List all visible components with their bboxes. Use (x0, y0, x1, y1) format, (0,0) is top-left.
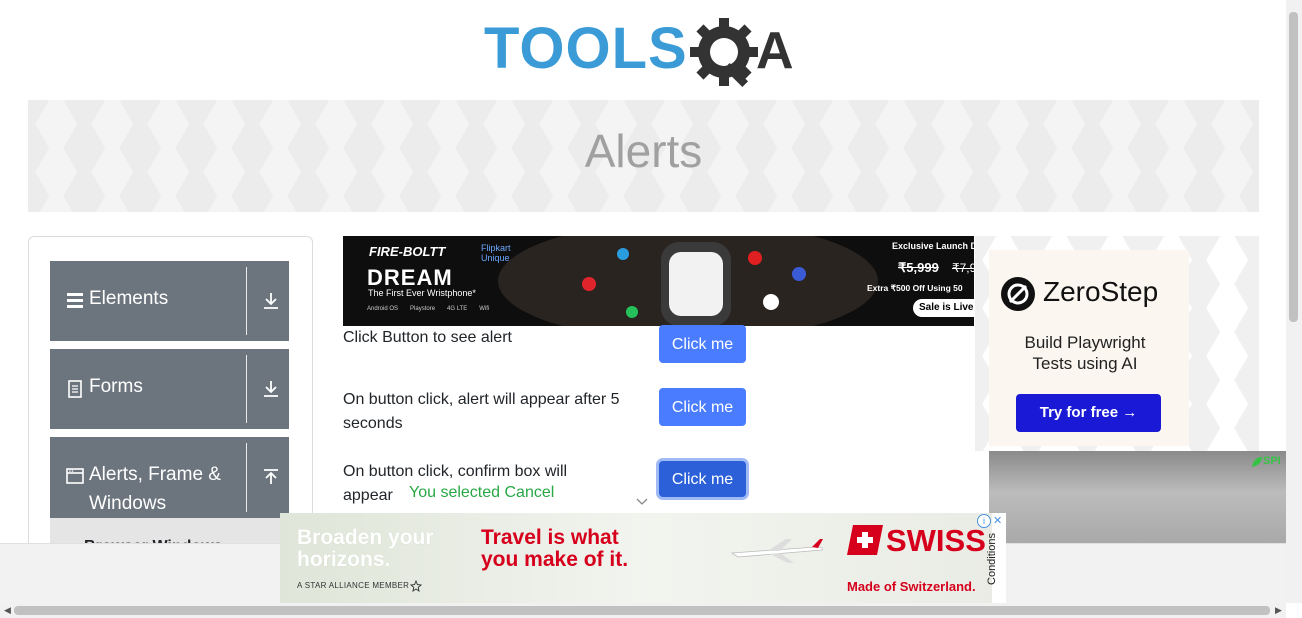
swiss-flag-icon (847, 525, 883, 555)
svg-text:TOOLS: TOOLS (484, 16, 688, 81)
vertical-scroll-thumb[interactable] (1289, 12, 1298, 322)
document-icon (68, 380, 82, 398)
hamburger-icon (67, 293, 83, 308)
toolsqa-logo[interactable]: TOOLS A (484, 16, 808, 92)
confirm-button[interactable]: Click me (659, 461, 746, 497)
ad-cta-button[interactable]: Sale is Live (913, 299, 974, 317)
menu-group-elements[interactable]: Elements (50, 261, 289, 341)
timer-alert-label-line1: On button click, alert will appear after… (343, 391, 620, 408)
ad-info-icon[interactable]: i (977, 514, 991, 528)
ad-swiss[interactable]: Broaden your horizons. A STAR ALLIANCE M… (280, 513, 1006, 603)
horizontal-scrollbar[interactable]: ◀ ▶ (0, 603, 1286, 618)
download-arrow-icon (264, 381, 278, 397)
zerostep-tagline-line1: Build Playwright (1024, 333, 1146, 352)
ad-brand: FIRE-BOLTT (369, 244, 446, 259)
alert-button[interactable]: Click me (659, 325, 746, 363)
zerostep-logo-icon (1001, 277, 1035, 311)
page-title: Alerts (584, 125, 703, 177)
ad-partner: Flipkart Unique (481, 243, 511, 263)
swiss-mid-line2: you make of it. (481, 548, 629, 571)
star-alliance-icon (410, 580, 422, 592)
swiss-brand-sub: Made of Switzerland. (847, 579, 976, 594)
alert-row-1-label: Click Button to see alert (343, 329, 512, 346)
ad-offer: Extra ₹500 Off Using 50 (867, 283, 963, 293)
video-ad[interactable]: SPI (989, 451, 1287, 543)
video-ad-label: SPI (1263, 455, 1281, 467)
ad-banner-fireboltt[interactable]: FIRE-BOLTT Flipkart Unique DREAM The Fir… (343, 236, 974, 326)
confirm-label-line1: On button click, confirm box will (343, 463, 568, 480)
menu-group-divider (246, 267, 247, 335)
swiss-mid-line1: Travel is what (481, 526, 619, 549)
leaf-icon (1252, 457, 1262, 467)
timer-alert-button[interactable]: Click me (659, 388, 746, 426)
airplane-image (730, 539, 823, 563)
page-banner: Alerts (28, 100, 1259, 212)
ad-price-old: ₹7,9 (952, 261, 974, 275)
left-menu: Elements Forms Alerts, Frame & Windows B… (28, 236, 313, 568)
swiss-left-line1: Broaden your (297, 526, 434, 549)
ad-subline: The First Ever Wristphone* (368, 288, 476, 298)
download-arrow-icon (264, 293, 278, 309)
star-alliance-text: A STAR ALLIANCE MEMBER (297, 581, 410, 590)
menu-group-label: Forms (89, 376, 143, 397)
toolsqa-logo-graphic: TOOLS A (484, 16, 794, 88)
timer-alert-label-line2: seconds (343, 415, 403, 432)
scroll-left-arrow-icon[interactable]: ◀ (4, 605, 11, 616)
menu-group-label-line2: Windows (89, 493, 167, 514)
zerostep-cta-button[interactable]: Try for free → (1016, 394, 1161, 432)
confirm-result: You selected Cancel (409, 484, 555, 501)
menu-group-divider (246, 355, 247, 423)
zerostep-brand: ZeroStep (1043, 276, 1159, 307)
ad-close-icon[interactable]: ✕ (993, 514, 1002, 527)
swiss-left-line2: horizons. (297, 548, 391, 571)
menu-group-divider (246, 443, 247, 512)
swiss-left-copy: Broaden your horizons. (297, 527, 434, 571)
ad-feature: Android OS (367, 306, 399, 312)
ad-conditions-label: Conditions (985, 533, 998, 585)
swiss-mid-copy: Travel is what you make of it. (481, 527, 628, 571)
ad-zerostep[interactable]: ZeroStep Build Playwright Tests using AI… (975, 236, 1259, 451)
menu-group-label-line1: Alerts, Frame & (89, 464, 221, 485)
ad-launch: Exclusive Launch Day (892, 241, 974, 251)
zerostep-tagline: Build Playwright Tests using AI (975, 332, 1195, 374)
chevron-down-icon[interactable] (636, 497, 648, 507)
confirm-label-line2: appear (343, 487, 393, 504)
window-icon (66, 468, 84, 484)
menu-group-forms[interactable]: Forms (50, 349, 289, 429)
zerostep-tagline-line2: Tests using AI (1032, 354, 1138, 373)
ad-feature: Wifi (479, 306, 490, 312)
ad-features: Android OS Playstore 4G LTE Wifi (367, 306, 489, 312)
ad-price-now: ₹5,999 (898, 260, 939, 275)
vertical-scrollbar[interactable] (1286, 0, 1302, 603)
swiss-brand: SWISS (886, 523, 986, 558)
ad-feature: Playstore (410, 306, 436, 312)
ad-feature: 4G LTE (447, 306, 468, 312)
svg-text:A: A (756, 22, 794, 80)
upload-arrow-icon (264, 469, 278, 484)
horizontal-scroll-thumb[interactable] (14, 606, 1270, 615)
menu-group-alerts-frame-windows[interactable]: Alerts, Frame & Windows (50, 437, 289, 518)
scroll-right-arrow-icon[interactable]: ▶ (1275, 605, 1282, 616)
menu-group-label: Elements (89, 288, 169, 309)
